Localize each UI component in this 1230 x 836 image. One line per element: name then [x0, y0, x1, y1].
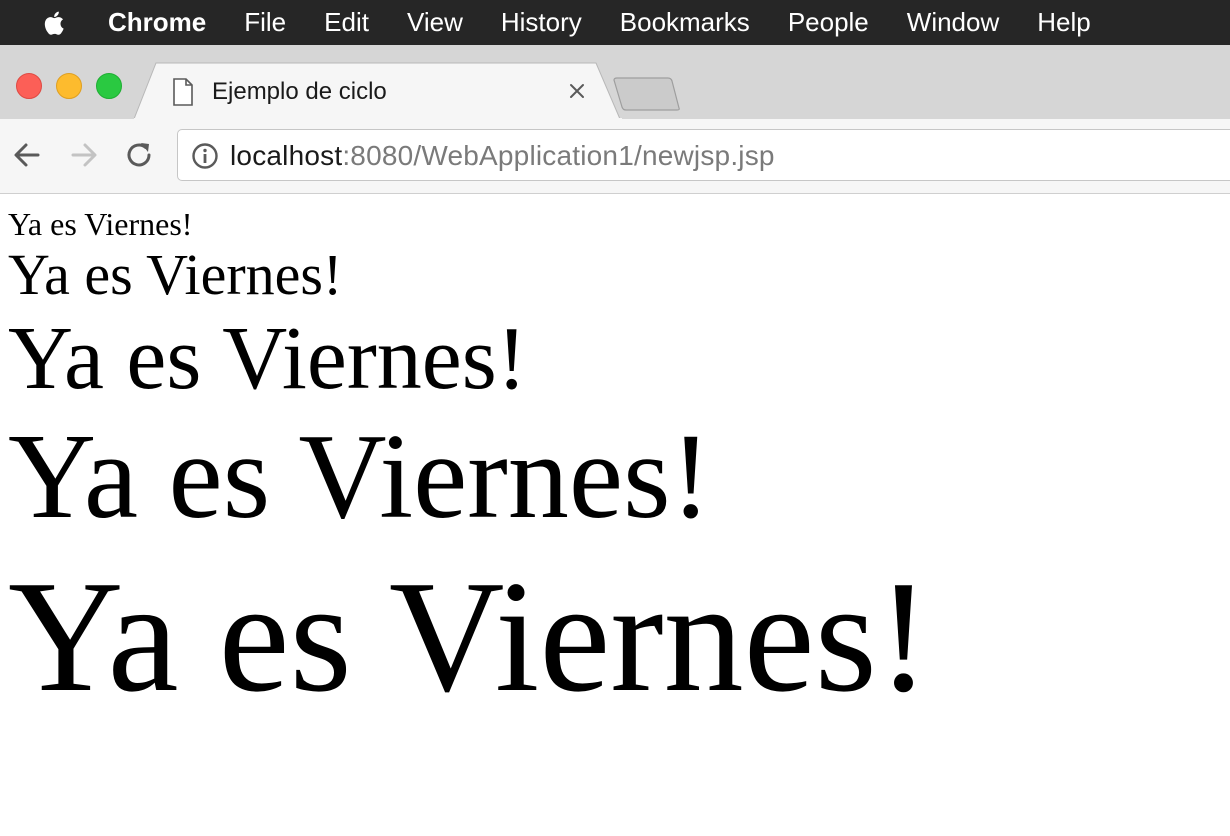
- menu-help[interactable]: Help: [1037, 0, 1090, 45]
- text-line-3: Ya es Viernes!: [8, 309, 527, 408]
- window-minimize-button[interactable]: [56, 73, 82, 99]
- text-line-4: Ya es Viernes!: [8, 409, 712, 544]
- menu-bar: Chrome File Edit View History Bookmarks …: [0, 0, 1230, 45]
- menu-app-name[interactable]: Chrome: [108, 0, 206, 45]
- back-arrow-icon[interactable]: [10, 138, 44, 172]
- menu-history[interactable]: History: [501, 0, 582, 45]
- text-line-1: Ya es Viernes!: [8, 206, 193, 242]
- close-icon[interactable]: [567, 81, 587, 101]
- forward-arrow-icon[interactable]: [67, 138, 101, 172]
- new-tab-button[interactable]: [612, 76, 682, 112]
- menu-people[interactable]: People: [788, 0, 869, 45]
- url-host: localhost: [230, 140, 343, 171]
- reload-icon[interactable]: [122, 138, 156, 172]
- window-close-button[interactable]: [16, 73, 42, 99]
- window-zoom-button[interactable]: [96, 73, 122, 99]
- info-icon[interactable]: [191, 142, 219, 170]
- address-bar-url[interactable]: localhost:8080/WebApplication1/newjsp.js…: [230, 138, 775, 174]
- menu-view[interactable]: View: [407, 0, 463, 45]
- page-content: Ya es Viernes! Ya es Viernes! Ya es Vier…: [8, 196, 1222, 724]
- apple-logo-icon[interactable]: [40, 8, 70, 38]
- menu-window[interactable]: Window: [907, 0, 999, 45]
- text-line-2: Ya es Viernes!: [8, 242, 343, 307]
- text-line-5: Ya es Viernes!: [8, 547, 931, 725]
- url-path: :8080/WebApplication1/newjsp.jsp: [342, 140, 775, 171]
- document-icon: [173, 78, 193, 106]
- menu-bookmarks[interactable]: Bookmarks: [620, 0, 750, 45]
- tab-title: Ejemplo de ciclo: [212, 78, 387, 105]
- menu-file[interactable]: File: [244, 0, 286, 45]
- menu-edit[interactable]: Edit: [324, 0, 369, 45]
